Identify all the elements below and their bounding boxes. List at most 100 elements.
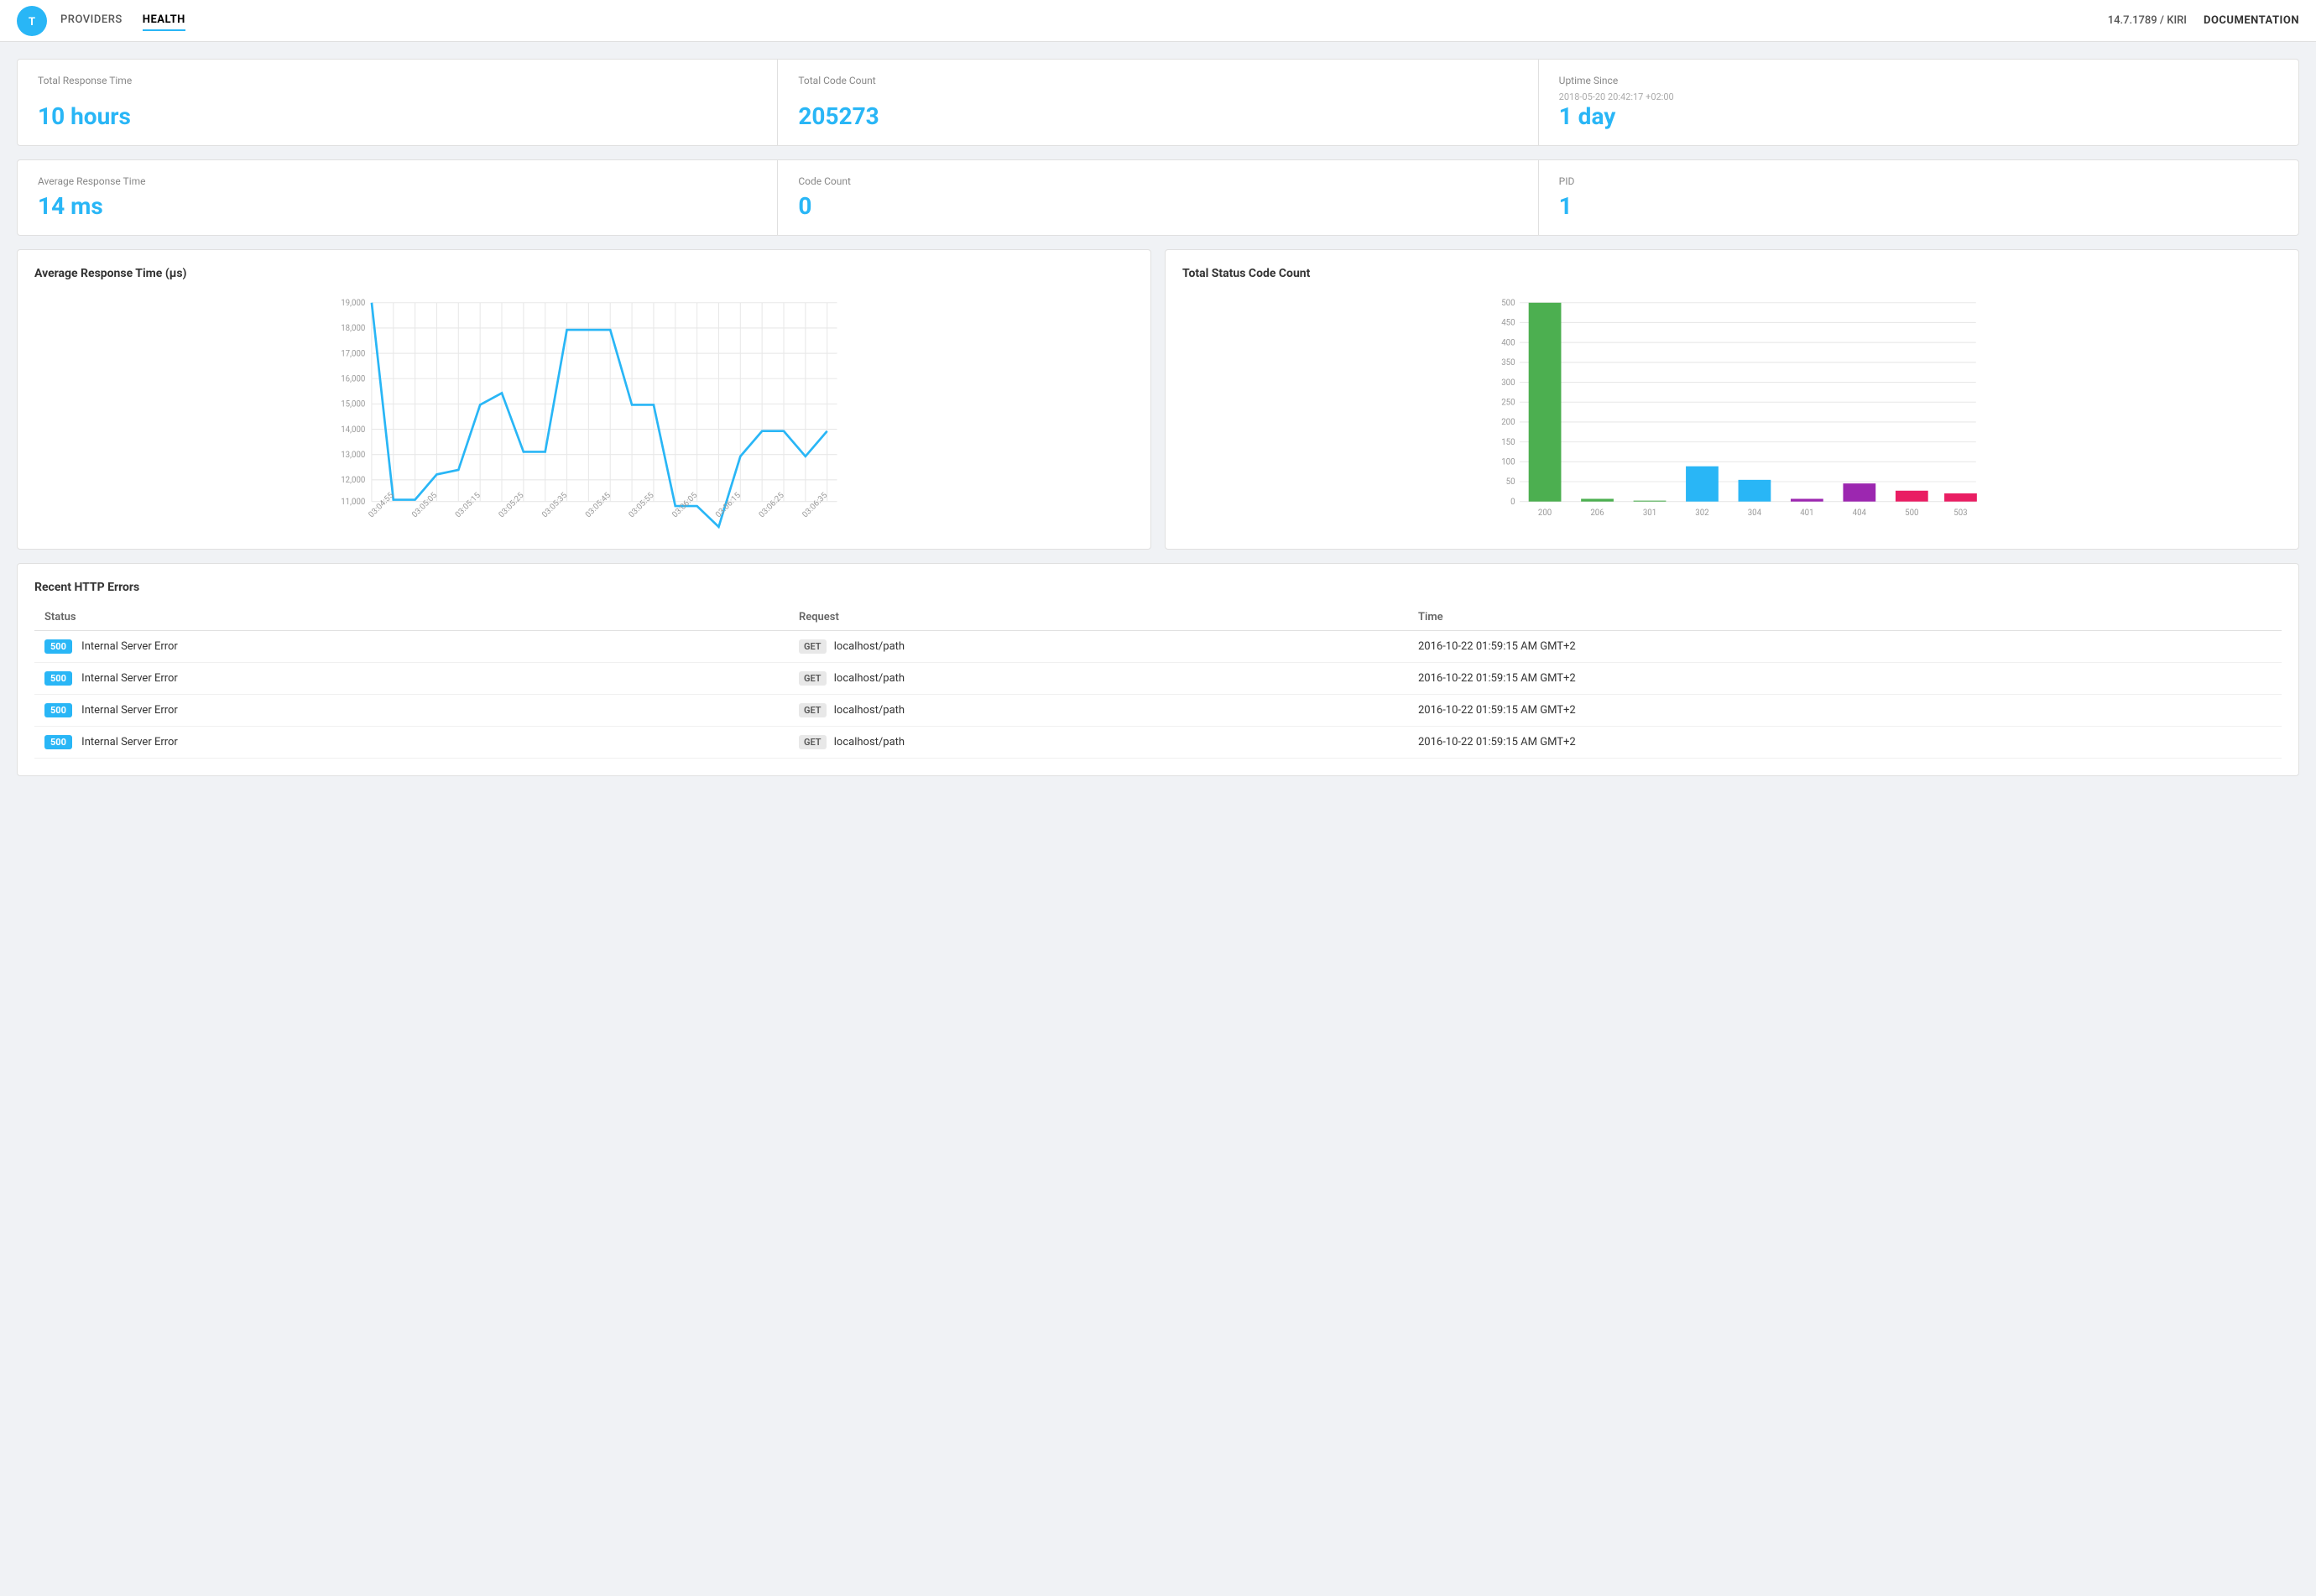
status-badge: 500 (44, 703, 72, 717)
stat-value-code-count: 0 (798, 192, 1517, 220)
svg-text:150: 150 (1501, 438, 1515, 447)
stat-uptime: Uptime Since 2018-05-20 20:42:17 +02:00 … (1539, 60, 2298, 145)
svg-text:400: 400 (1501, 338, 1515, 347)
status-badge: 500 (44, 735, 72, 749)
version-label: 14.7.1789 / KIRI (2108, 14, 2187, 27)
documentation-link[interactable]: DOCUMENTATION (2204, 14, 2299, 27)
stat-label-avg-response: Average Response Time (38, 175, 757, 187)
cell-time: 2016-10-22 01:59:15 AM GMT+2 (1408, 695, 2282, 727)
svg-text:11,000: 11,000 (341, 498, 365, 507)
stat-label-total-code: Total Code Count (798, 75, 1517, 86)
svg-text:16,000: 16,000 (341, 374, 365, 383)
stats-row-2: Average Response Time 14 ms Code Count 0… (17, 159, 2299, 236)
col-status: Status (34, 604, 789, 631)
bar-503 (1944, 493, 1977, 502)
bar-chart-card: Total Status Code Count 500 450 (1165, 249, 2299, 550)
stat-value-total-code: 205273 (798, 102, 1517, 130)
status-badge: 500 (44, 671, 72, 686)
bar-chart-title: Total Status Code Count (1182, 267, 2282, 280)
bar-302 (1686, 467, 1719, 502)
stat-total-response-time: Total Response Time 10 hours (18, 60, 778, 145)
errors-title: Recent HTTP Errors (34, 581, 2282, 594)
svg-text:300: 300 (1501, 378, 1515, 388)
stats-row-1: Total Response Time 10 hours Total Code … (17, 59, 2299, 146)
svg-text:500: 500 (1905, 509, 1918, 518)
table-row: 500 Internal Server Error GET localhost/… (34, 631, 2282, 663)
svg-text:304: 304 (1748, 509, 1762, 518)
line-chart-svg: 19,000 18,000 17,000 16,000 15,000 14,00… (34, 294, 1134, 529)
bar-401 (1791, 498, 1823, 501)
request-path: localhost/path (834, 736, 905, 748)
request-path: localhost/path (834, 640, 905, 653)
line-chart-path (372, 303, 827, 527)
line-chart-title: Average Response Time (μs) (34, 267, 1134, 280)
error-message: Internal Server Error (81, 704, 178, 717)
stat-label-pid: PID (1559, 175, 2278, 187)
bar-304 (1739, 480, 1771, 502)
svg-text:18,000: 18,000 (341, 324, 365, 333)
svg-text:250: 250 (1501, 398, 1515, 407)
cell-time: 2016-10-22 01:59:15 AM GMT+2 (1408, 727, 2282, 759)
stat-label-code-count: Code Count (798, 175, 1517, 187)
table-row: 500 Internal Server Error GET localhost/… (34, 663, 2282, 695)
svg-text:404: 404 (1853, 509, 1867, 518)
svg-text:401: 401 (1800, 509, 1813, 518)
stat-label-total-response: Total Response Time (38, 75, 757, 86)
cell-time: 2016-10-22 01:59:15 AM GMT+2 (1408, 663, 2282, 695)
request-path: localhost/path (834, 704, 905, 717)
method-badge: GET (799, 735, 827, 749)
svg-text:301: 301 (1643, 509, 1656, 518)
svg-text:13,000: 13,000 (341, 451, 365, 460)
svg-text:500: 500 (1501, 299, 1515, 308)
cell-request: GET localhost/path (789, 631, 1408, 663)
svg-text:302: 302 (1695, 509, 1709, 518)
logo-icon: T (17, 6, 47, 36)
charts-row: Average Response Time (μs) (17, 249, 2299, 550)
col-request: Request (789, 604, 1408, 631)
svg-text:503: 503 (1953, 509, 1967, 518)
bar-206 (1581, 498, 1614, 501)
svg-text:12,000: 12,000 (341, 476, 365, 485)
bar-301 (1634, 501, 1667, 502)
table-row: 500 Internal Server Error GET localhost/… (34, 727, 2282, 759)
error-message: Internal Server Error (81, 736, 178, 748)
method-badge: GET (799, 639, 827, 654)
svg-text:14,000: 14,000 (341, 425, 365, 435)
bar-chart-svg: 500 450 400 350 300 250 200 150 100 50 0 (1182, 294, 2282, 529)
svg-text:200: 200 (1501, 418, 1515, 427)
bar-404 (1843, 483, 1875, 502)
nav-health[interactable]: HEALTH (143, 10, 185, 31)
table-row: 500 Internal Server Error GET localhost/… (34, 695, 2282, 727)
nav-providers[interactable]: PROVIDERS (60, 10, 123, 31)
stat-code-count: Code Count 0 (778, 160, 1538, 235)
svg-text:450: 450 (1501, 319, 1515, 328)
stat-value-uptime: 1 day (1559, 102, 2278, 130)
cell-status: 500 Internal Server Error (34, 631, 789, 663)
cell-status: 500 Internal Server Error (34, 663, 789, 695)
stat-value-avg-response: 14 ms (38, 192, 757, 220)
svg-text:100: 100 (1501, 458, 1515, 467)
col-time: Time (1408, 604, 2282, 631)
method-badge: GET (799, 703, 827, 717)
stat-avg-response-time: Average Response Time 14 ms (18, 160, 778, 235)
cell-status: 500 Internal Server Error (34, 695, 789, 727)
bar-200 (1529, 303, 1562, 502)
stat-value-pid: 1 (1559, 192, 2278, 220)
stat-value-total-response: 10 hours (38, 102, 757, 130)
svg-text:T: T (29, 16, 35, 29)
cell-request: GET localhost/path (789, 695, 1408, 727)
svg-text:200: 200 (1538, 509, 1552, 518)
status-badge: 500 (44, 639, 72, 654)
stat-total-code-count: Total Code Count 205273 (778, 60, 1538, 145)
stat-label-uptime: Uptime Since (1559, 75, 2278, 86)
svg-text:50: 50 (1506, 477, 1515, 487)
svg-text:17,000: 17,000 (341, 349, 365, 358)
svg-text:0: 0 (1510, 498, 1515, 507)
errors-card: Recent HTTP Errors Status Request Time 5… (17, 563, 2299, 776)
svg-text:350: 350 (1501, 358, 1515, 368)
main-content: Total Response Time 10 hours Total Code … (0, 42, 2316, 793)
error-message: Internal Server Error (81, 672, 178, 685)
header-right: 14.7.1789 / KIRI DOCUMENTATION (2108, 14, 2299, 27)
header: T PROVIDERS HEALTH 14.7.1789 / KIRI DOCU… (0, 0, 2316, 42)
request-path: localhost/path (834, 672, 905, 685)
